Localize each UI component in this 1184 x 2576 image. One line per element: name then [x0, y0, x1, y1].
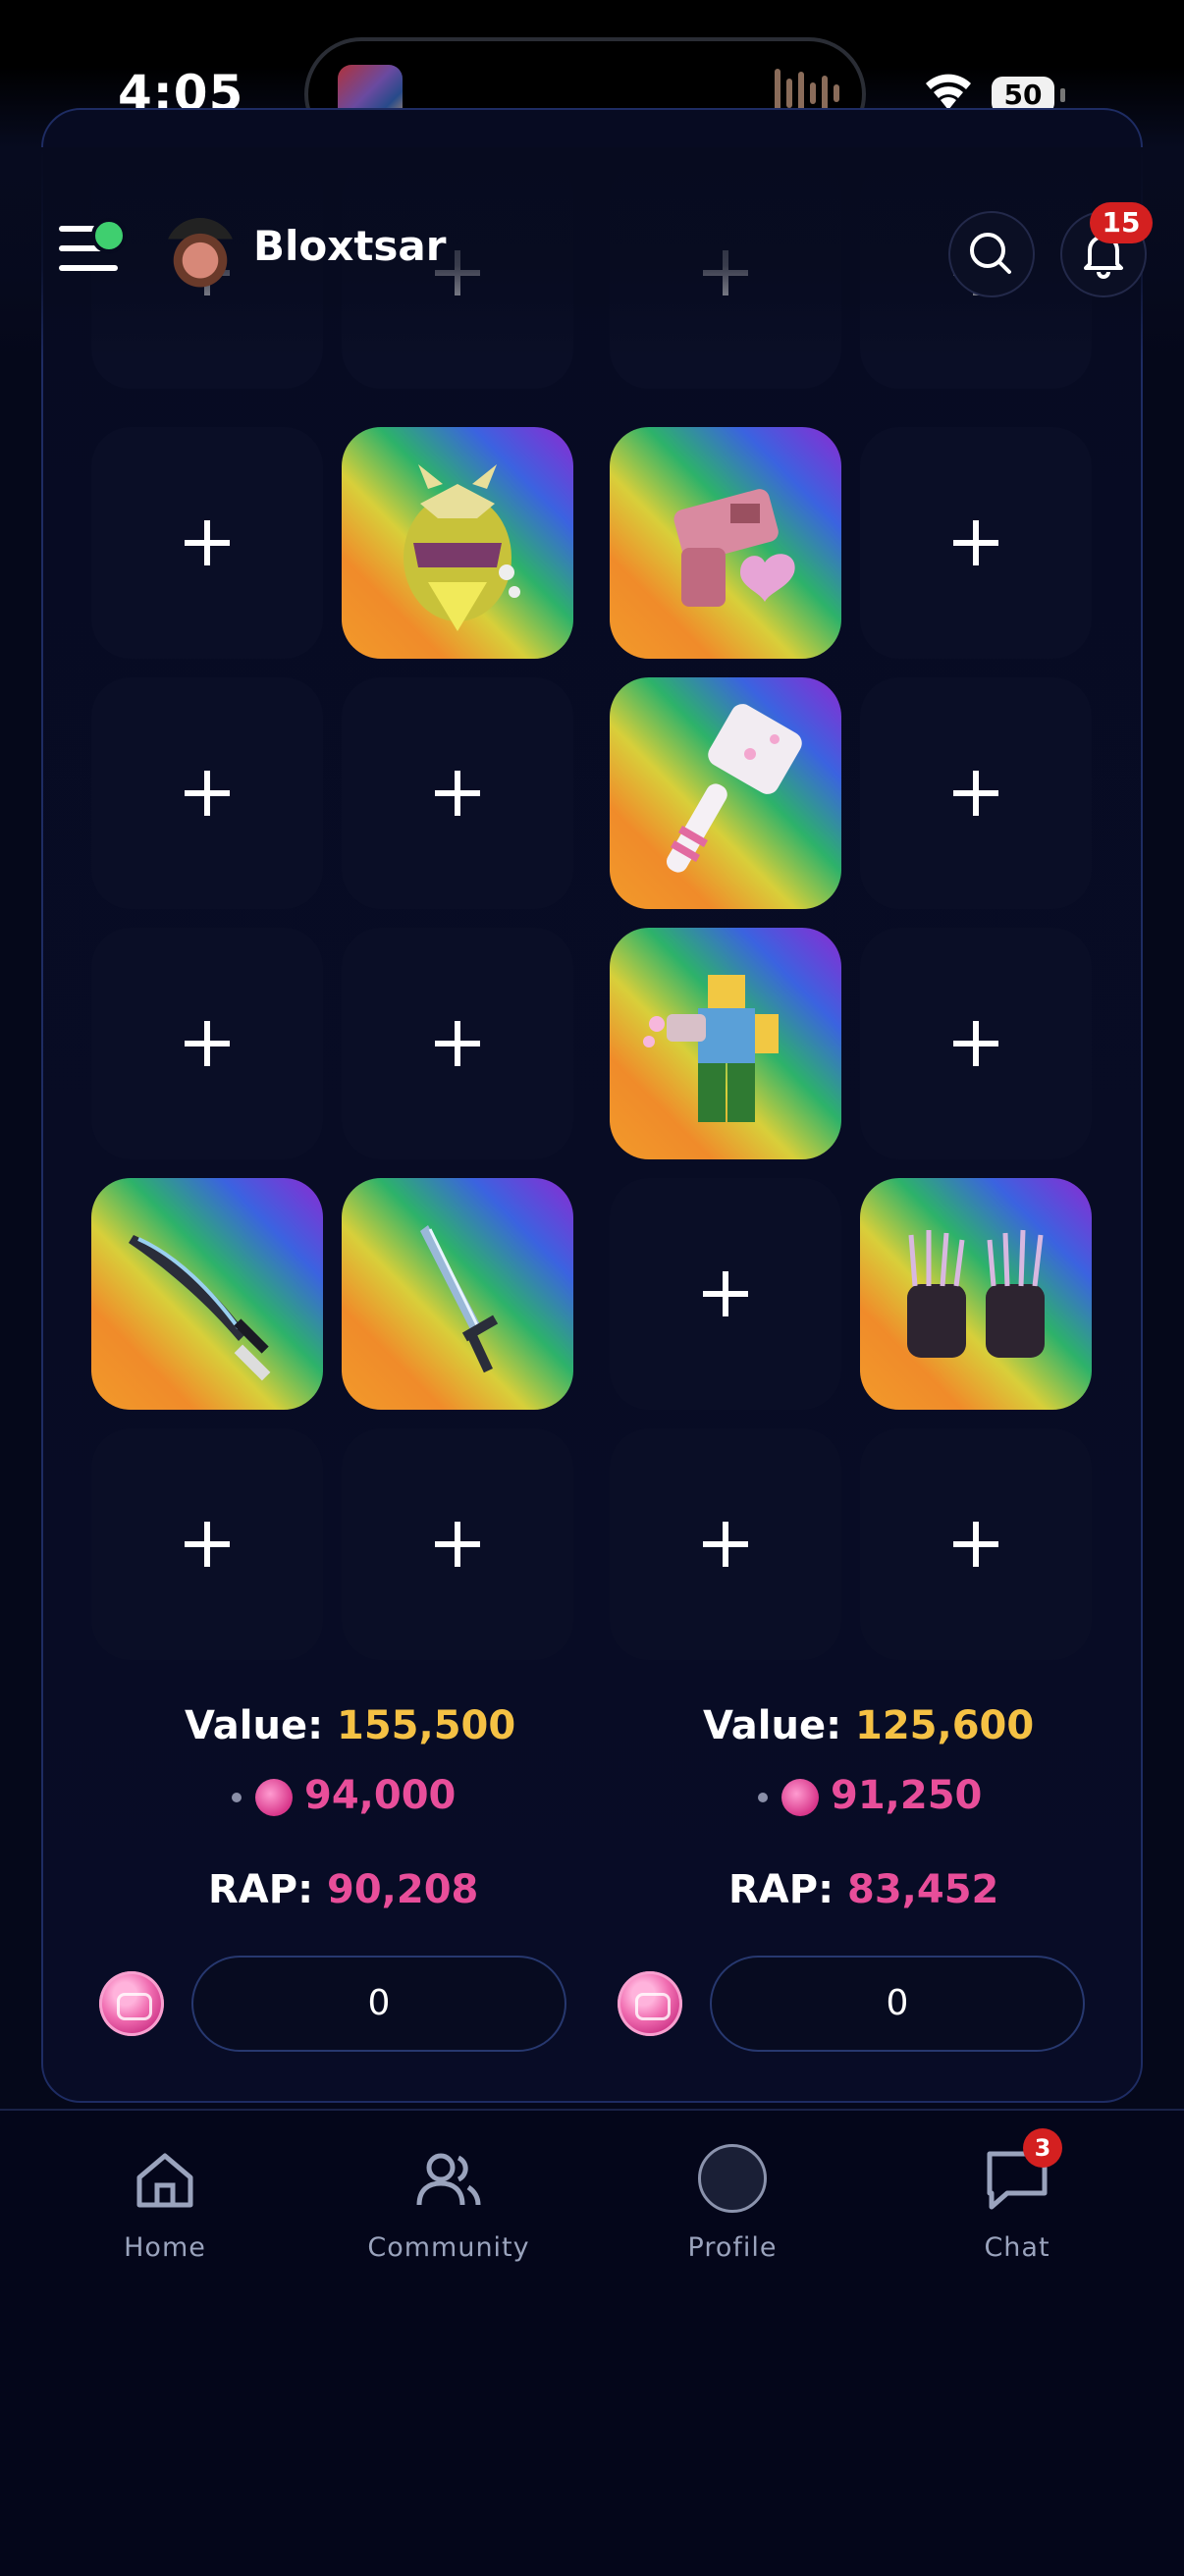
pink-blaster-icon	[673, 489, 795, 607]
plus-icon	[435, 771, 480, 816]
value-label: Value:	[185, 1703, 324, 1748]
plus-icon	[435, 1021, 480, 1066]
value-amount: 155,500	[337, 1703, 516, 1748]
item-pineapple-helmet[interactable]	[342, 427, 573, 659]
plus-icon	[703, 1522, 748, 1567]
robux-icon	[781, 1779, 819, 1816]
item-pink-hammer[interactable]	[610, 677, 841, 909]
avatar-icon	[693, 2140, 772, 2219]
notification-badge: 15	[1090, 202, 1153, 243]
item-sword-2[interactable]	[342, 1178, 573, 1410]
item-claw-gloves[interactable]	[860, 1178, 1092, 1410]
sword-2-icon	[420, 1225, 499, 1373]
users-icon	[416, 2153, 481, 2206]
plus-icon	[435, 1522, 480, 1567]
robux-icon	[255, 1779, 293, 1816]
rap-amount: 90,208	[327, 1867, 479, 1912]
rap-label: RAP:	[208, 1867, 314, 1912]
tab-chat[interactable]: Chat	[909, 2140, 1125, 2263]
empty-slot[interactable]	[342, 1428, 573, 1660]
pineapple-helmet-icon	[404, 464, 520, 631]
left-robux-amount-input[interactable]: 0	[191, 1956, 566, 2052]
item-figure-with-gun[interactable]	[610, 928, 841, 1159]
empty-slot[interactable]	[610, 1428, 841, 1660]
empty-slot[interactable]	[860, 677, 1092, 909]
claw-gloves-icon	[907, 1229, 1045, 1358]
left-value: Value: 155,500	[185, 1703, 515, 1748]
figure-with-gun-icon	[643, 975, 779, 1122]
rap-label: RAP:	[728, 1867, 834, 1912]
empty-slot[interactable]	[91, 677, 323, 909]
menu-icon	[59, 265, 118, 271]
tab-bar: Home Community Profile Chat	[0, 2109, 1184, 2576]
home-icon	[136, 2153, 193, 2208]
username[interactable]: Bloxtsar	[253, 222, 447, 270]
item-pink-blaster[interactable]	[610, 427, 841, 659]
value-amount: 125,600	[855, 1703, 1035, 1748]
plus-icon	[953, 771, 998, 816]
plus-icon	[185, 520, 230, 565]
chat-badge: 3	[1023, 2128, 1062, 2168]
value-label: Value:	[703, 1703, 842, 1748]
online-status-dot	[91, 218, 127, 253]
empty-slot[interactable]	[91, 928, 323, 1159]
robux-coin-icon	[618, 1971, 682, 2036]
plus-icon	[953, 1522, 998, 1567]
tab-chat-label: Chat	[984, 2232, 1050, 2263]
item-sword-1[interactable]	[91, 1178, 323, 1410]
empty-slot[interactable]	[342, 677, 573, 909]
empty-slot[interactable]	[860, 1428, 1092, 1660]
bullet-dot	[758, 1793, 768, 1802]
robux-coin-icon	[99, 1971, 164, 2036]
bullet-dot	[232, 1793, 242, 1802]
rap-amount: 83,452	[847, 1867, 999, 1912]
robux-amount: 91,250	[831, 1773, 983, 1818]
plus-icon	[953, 520, 998, 565]
plus-icon	[953, 1021, 998, 1066]
wifi-icon	[926, 74, 971, 110]
user-avatar[interactable]	[165, 218, 236, 289]
empty-slot[interactable]	[860, 928, 1092, 1159]
right-rap: RAP: 83,452	[728, 1867, 998, 1912]
tab-profile-label: Profile	[687, 2232, 778, 2263]
plus-icon	[185, 1021, 230, 1066]
empty-slot[interactable]	[610, 1178, 841, 1410]
left-robux: 94,000	[232, 1773, 456, 1818]
plus-icon	[703, 1271, 748, 1316]
left-rap: RAP: 90,208	[208, 1867, 478, 1912]
battery-tip	[1060, 88, 1065, 102]
tab-home-label: Home	[124, 2232, 206, 2263]
search-icon	[970, 233, 1011, 274]
profile-avatar	[698, 2144, 767, 2213]
plus-icon	[185, 771, 230, 816]
search-button[interactable]	[948, 211, 1035, 297]
sword-1-icon	[129, 1235, 271, 1381]
empty-slot[interactable]	[860, 427, 1092, 659]
pink-hammer-icon	[667, 704, 802, 873]
right-value: Value: 125,600	[703, 1703, 1034, 1748]
tab-profile[interactable]: Profile	[624, 2140, 840, 2263]
empty-slot[interactable]	[342, 928, 573, 1159]
right-robux-amount-input[interactable]: 0	[710, 1956, 1085, 2052]
tab-community[interactable]: Community	[341, 2140, 557, 2263]
tab-home[interactable]: Home	[57, 2140, 273, 2263]
empty-slot[interactable]	[91, 1428, 323, 1660]
empty-slot[interactable]	[91, 427, 323, 659]
plus-icon	[185, 1522, 230, 1567]
tab-community-label: Community	[367, 2232, 530, 2263]
robux-amount: 94,000	[304, 1773, 457, 1818]
right-robux: 91,250	[758, 1773, 982, 1818]
